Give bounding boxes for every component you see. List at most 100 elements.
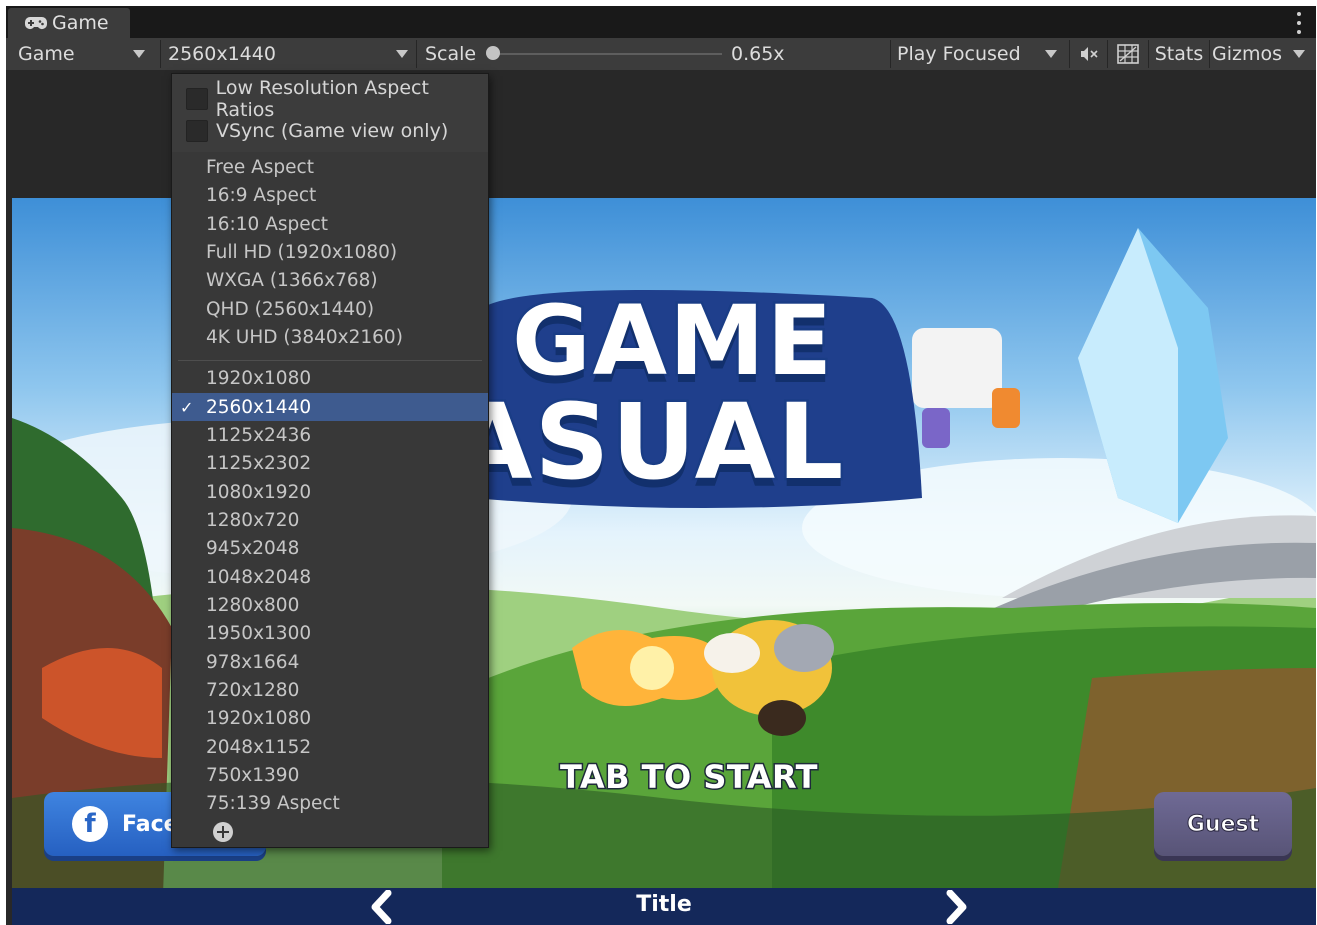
menu-item[interactable]: 75:139 Aspect <box>172 789 488 817</box>
resolution-menu: Low Resolution Aspect Ratios VSync (Game… <box>171 73 489 848</box>
menu-item[interactable]: 1920x1080 <box>172 364 488 392</box>
mute-audio-icon <box>1081 47 1098 61</box>
menu-item[interactable]: 1048x2048 <box>172 563 488 591</box>
menu-item[interactable]: 1950x1300 <box>172 619 488 647</box>
menu-item[interactable]: 4K UHD (3840x2160) <box>172 323 488 351</box>
menu-item-label: 945x2048 <box>206 537 300 559</box>
low-resolution-aspect-toggle[interactable]: Low Resolution Aspect Ratios <box>172 77 488 121</box>
menu-item-label: 1125x2302 <box>206 452 312 474</box>
shortcut-grid-button[interactable] <box>1110 40 1146 68</box>
display-dropdown[interactable]: Game <box>18 38 158 70</box>
menu-item-label: 978x1664 <box>206 651 300 673</box>
arrow-right-icon[interactable] <box>946 890 968 924</box>
menu-item[interactable]: 1125x2436 <box>172 421 488 449</box>
menu-item-label: 2048x1152 <box>206 736 312 758</box>
menu-item-label: 1920x1080 <box>206 707 312 729</box>
toolbar-divider <box>1107 40 1108 68</box>
chevron-down-icon <box>133 50 145 58</box>
toolbar-divider <box>416 40 417 68</box>
stats-button[interactable]: Stats <box>1151 40 1207 68</box>
menu-item-label: 2560x1440 <box>206 396 312 418</box>
scale-slider-thumb[interactable] <box>486 46 500 60</box>
menu-item-label: 750x1390 <box>206 764 300 786</box>
menu-item[interactable]: 720x1280 <box>172 676 488 704</box>
menu-item-label: 1048x2048 <box>206 566 312 588</box>
scale-slider-track[interactable] <box>492 53 722 55</box>
menu-item[interactable]: 1280x720 <box>172 506 488 534</box>
chevron-down-icon <box>396 50 408 58</box>
play-mode-dropdown[interactable]: Play Focused <box>897 38 1067 70</box>
menu-item-label: 1080x1920 <box>206 481 312 503</box>
scale-label: Scale <box>425 43 477 65</box>
menu-item-label: 1920x1080 <box>206 367 312 389</box>
vsync-toggle[interactable]: VSync (Game view only) <box>172 116 448 146</box>
logo-line-1: GAME <box>509 285 835 397</box>
display-dropdown-label: Game <box>18 43 75 65</box>
gizmos-button[interactable]: Gizmos <box>1212 40 1282 68</box>
tap-to-start-label[interactable]: TAB TO START <box>559 757 820 798</box>
menu-item-label: 1950x1300 <box>206 622 312 644</box>
menu-divider <box>178 360 482 361</box>
menu-item-selected[interactable]: ✓ 2560x1440 <box>172 393 488 421</box>
footer-bar: Title <box>12 888 1316 925</box>
resolution-menu-options: Low Resolution Aspect Ratios VSync (Game… <box>172 74 488 152</box>
menu-item[interactable]: 16:9 Aspect <box>172 181 488 209</box>
chevron-down-icon <box>1293 50 1305 58</box>
checkbox[interactable] <box>186 120 208 142</box>
menu-item[interactable]: 750x1390 <box>172 761 488 789</box>
add-circle-icon[interactable] <box>213 822 233 842</box>
menu-item-label: 1125x2436 <box>206 424 312 446</box>
gamepad-icon <box>25 17 47 29</box>
menu-item-label: 16:10 Aspect <box>206 213 329 235</box>
menu-item-label: 720x1280 <box>206 679 300 701</box>
menu-item[interactable]: 1920x1080 <box>172 704 488 732</box>
resolution-dropdown-label: 2560x1440 <box>168 43 276 65</box>
toolbar-divider <box>1069 40 1070 68</box>
menu-item-label: Full HD (1920x1080) <box>206 241 398 263</box>
guest-login-button[interactable]: Guest <box>1154 792 1292 856</box>
tab-strip: Game <box>6 6 1316 38</box>
menu-item[interactable]: 1080x1920 <box>172 478 488 506</box>
mute-audio-button[interactable] <box>1072 40 1106 68</box>
game-toolbar: Game 2560x1440 Scale 0.65x Play Focused <box>6 38 1316 71</box>
toolbar-divider <box>160 40 161 68</box>
toolbar-divider <box>1209 40 1210 68</box>
play-mode-dropdown-label: Play Focused <box>897 43 1021 65</box>
menu-item[interactable]: WXGA (1366x768) <box>172 266 488 294</box>
menu-item[interactable]: 2048x1152 <box>172 733 488 761</box>
toolbar-divider <box>890 40 891 68</box>
menu-item[interactable]: 1125x2302 <box>172 449 488 477</box>
shortcut-grid-icon <box>1117 44 1139 64</box>
menu-item-label: WXGA (1366x768) <box>206 269 378 291</box>
tab-game[interactable]: Game <box>8 8 130 38</box>
checkmark-icon: ✓ <box>180 397 194 417</box>
menu-item[interactable]: Full HD (1920x1080) <box>172 238 488 266</box>
toolbar-divider <box>1148 40 1149 68</box>
checkbox-label: Low Resolution Aspect Ratios <box>215 77 429 121</box>
checkbox-label: VSync (Game view only) <box>216 120 449 142</box>
checkbox[interactable] <box>186 88 208 110</box>
footer-title: Title <box>636 892 692 917</box>
chevron-down-icon <box>1045 50 1057 58</box>
menu-item[interactable]: QHD (2560x1440) <box>172 295 488 323</box>
menu-item[interactable]: Free Aspect <box>172 153 488 181</box>
more-options-icon[interactable] <box>1296 12 1302 34</box>
menu-item[interactable]: 945x2048 <box>172 534 488 562</box>
menu-item-label: Free Aspect <box>206 156 314 178</box>
menu-item-label: 75:139 Aspect <box>206 792 340 814</box>
menu-item[interactable]: 1280x800 <box>172 591 488 619</box>
scale-value: 0.65x <box>731 43 785 65</box>
menu-item-label: 4K UHD (3840x2160) <box>206 326 403 348</box>
tab-label: Game <box>52 12 109 34</box>
menu-item-label: QHD (2560x1440) <box>206 298 375 320</box>
facebook-icon: f <box>72 806 108 842</box>
menu-item[interactable]: 16:10 Aspect <box>172 210 488 238</box>
menu-item[interactable]: 978x1664 <box>172 648 488 676</box>
menu-item-label: 1280x800 <box>206 594 300 616</box>
logo-line-2: ASUAL <box>449 381 846 503</box>
resolution-dropdown[interactable]: 2560x1440 <box>168 38 412 70</box>
game-window: Game Game 2560x1440 Scale 0.65x Play Foc… <box>6 6 1316 925</box>
gizmos-dropdown[interactable] <box>1284 40 1314 68</box>
menu-item-label: 16:9 Aspect <box>206 184 317 206</box>
menu-item-label: 1280x720 <box>206 509 300 531</box>
